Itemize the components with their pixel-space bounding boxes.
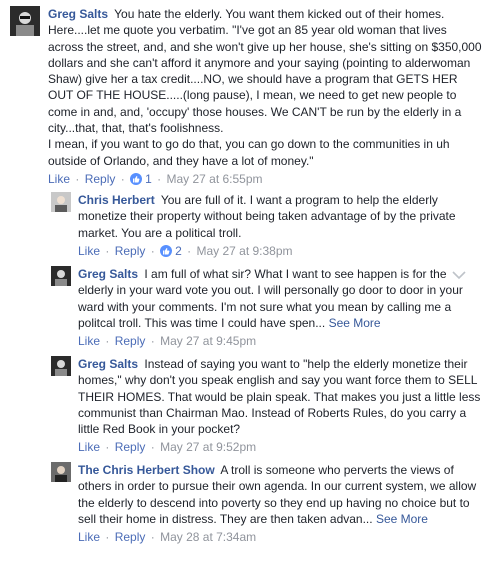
separator: · bbox=[157, 171, 162, 186]
comment-text-block: The Chris Herbert Show A troll is someon… bbox=[78, 462, 483, 527]
timestamp[interactable]: May 27 at 9:52pm bbox=[160, 440, 256, 454]
comment-text-block: Greg Salts Instead of saying you want to… bbox=[78, 356, 483, 437]
comment-actions: Like · Reply · May 28 at 7:34am bbox=[78, 529, 483, 545]
chevron-down-icon[interactable] bbox=[452, 270, 466, 280]
timestamp[interactable]: May 27 at 9:45pm bbox=[160, 334, 256, 348]
comment-author[interactable]: Greg Salts bbox=[78, 357, 138, 371]
separator: · bbox=[150, 440, 155, 455]
comment-text-block: Greg Salts I am full of what sir? What I… bbox=[78, 266, 483, 331]
see-more-link[interactable]: See More bbox=[329, 316, 381, 330]
like-link[interactable]: Like bbox=[48, 172, 70, 186]
reply-comment: Chris Herbert You are full of it. I want… bbox=[51, 192, 483, 259]
like-link[interactable]: Like bbox=[78, 440, 100, 454]
reply-link[interactable]: Reply bbox=[115, 440, 146, 454]
reply-link[interactable]: Reply bbox=[115, 334, 146, 348]
avatar[interactable] bbox=[10, 6, 40, 36]
separator: · bbox=[105, 243, 110, 258]
comment-author[interactable]: Greg Salts bbox=[78, 267, 138, 281]
separator: · bbox=[105, 334, 110, 349]
comment-actions: Like · Reply · May 27 at 9:45pm bbox=[78, 333, 483, 349]
comment-text: You hate the elderly. You want them kick… bbox=[48, 7, 482, 168]
avatar[interactable] bbox=[51, 192, 71, 212]
separator: · bbox=[105, 440, 110, 455]
comment: Greg Salts You hate the elderly. You wan… bbox=[10, 6, 485, 187]
comment-actions: Like · Reply · May 27 at 9:52pm bbox=[78, 439, 483, 455]
thumbs-up-icon bbox=[160, 244, 173, 257]
comment-text-block: Greg Salts You hate the elderly. You wan… bbox=[48, 6, 485, 169]
like-link[interactable]: Like bbox=[78, 334, 100, 348]
reply-link[interactable]: Reply bbox=[85, 172, 116, 186]
reply-link[interactable]: Reply bbox=[115, 244, 146, 258]
comment-thread: Greg Salts You hate the elderly. You wan… bbox=[0, 0, 493, 563]
separator: · bbox=[150, 334, 155, 349]
avatar[interactable] bbox=[51, 462, 71, 482]
comment-text-block: Chris Herbert You are full of it. I want… bbox=[78, 192, 483, 241]
comment-author[interactable]: Greg Salts bbox=[48, 7, 108, 21]
separator: · bbox=[187, 243, 192, 258]
separator: · bbox=[150, 530, 155, 545]
thumbs-up-icon bbox=[130, 172, 143, 185]
comment-author[interactable]: Chris Herbert bbox=[78, 193, 155, 207]
reply-comment: Greg Salts I am full of what sir? What I… bbox=[51, 266, 483, 349]
reaction-count[interactable]: 1 bbox=[145, 172, 152, 186]
reply-link[interactable]: Reply bbox=[115, 530, 146, 544]
comment-actions: Like · Reply · 1 · May 27 at 6:55pm bbox=[48, 171, 485, 187]
comment-author[interactable]: The Chris Herbert Show bbox=[78, 463, 215, 477]
like-link[interactable]: Like bbox=[78, 244, 100, 258]
comment-text: Instead of saying you want to "help the … bbox=[78, 357, 481, 437]
separator: · bbox=[75, 171, 80, 186]
separator: · bbox=[120, 171, 125, 186]
avatar[interactable] bbox=[51, 266, 71, 286]
reaction-count[interactable]: 2 bbox=[175, 244, 182, 258]
timestamp[interactable]: May 27 at 6:55pm bbox=[166, 172, 262, 186]
timestamp[interactable]: May 27 at 9:38pm bbox=[196, 244, 292, 258]
like-link[interactable]: Like bbox=[78, 530, 100, 544]
avatar[interactable] bbox=[51, 356, 71, 376]
reply-comment: Greg Salts Instead of saying you want to… bbox=[51, 356, 483, 455]
comment-actions: Like · Reply · 2 · May 27 at 9:38pm bbox=[78, 243, 483, 259]
separator: · bbox=[105, 530, 110, 545]
see-more-link[interactable]: See More bbox=[376, 512, 428, 526]
timestamp[interactable]: May 28 at 7:34am bbox=[160, 530, 256, 544]
reply-comment: The Chris Herbert Show A troll is someon… bbox=[51, 462, 483, 545]
separator: · bbox=[150, 243, 155, 258]
